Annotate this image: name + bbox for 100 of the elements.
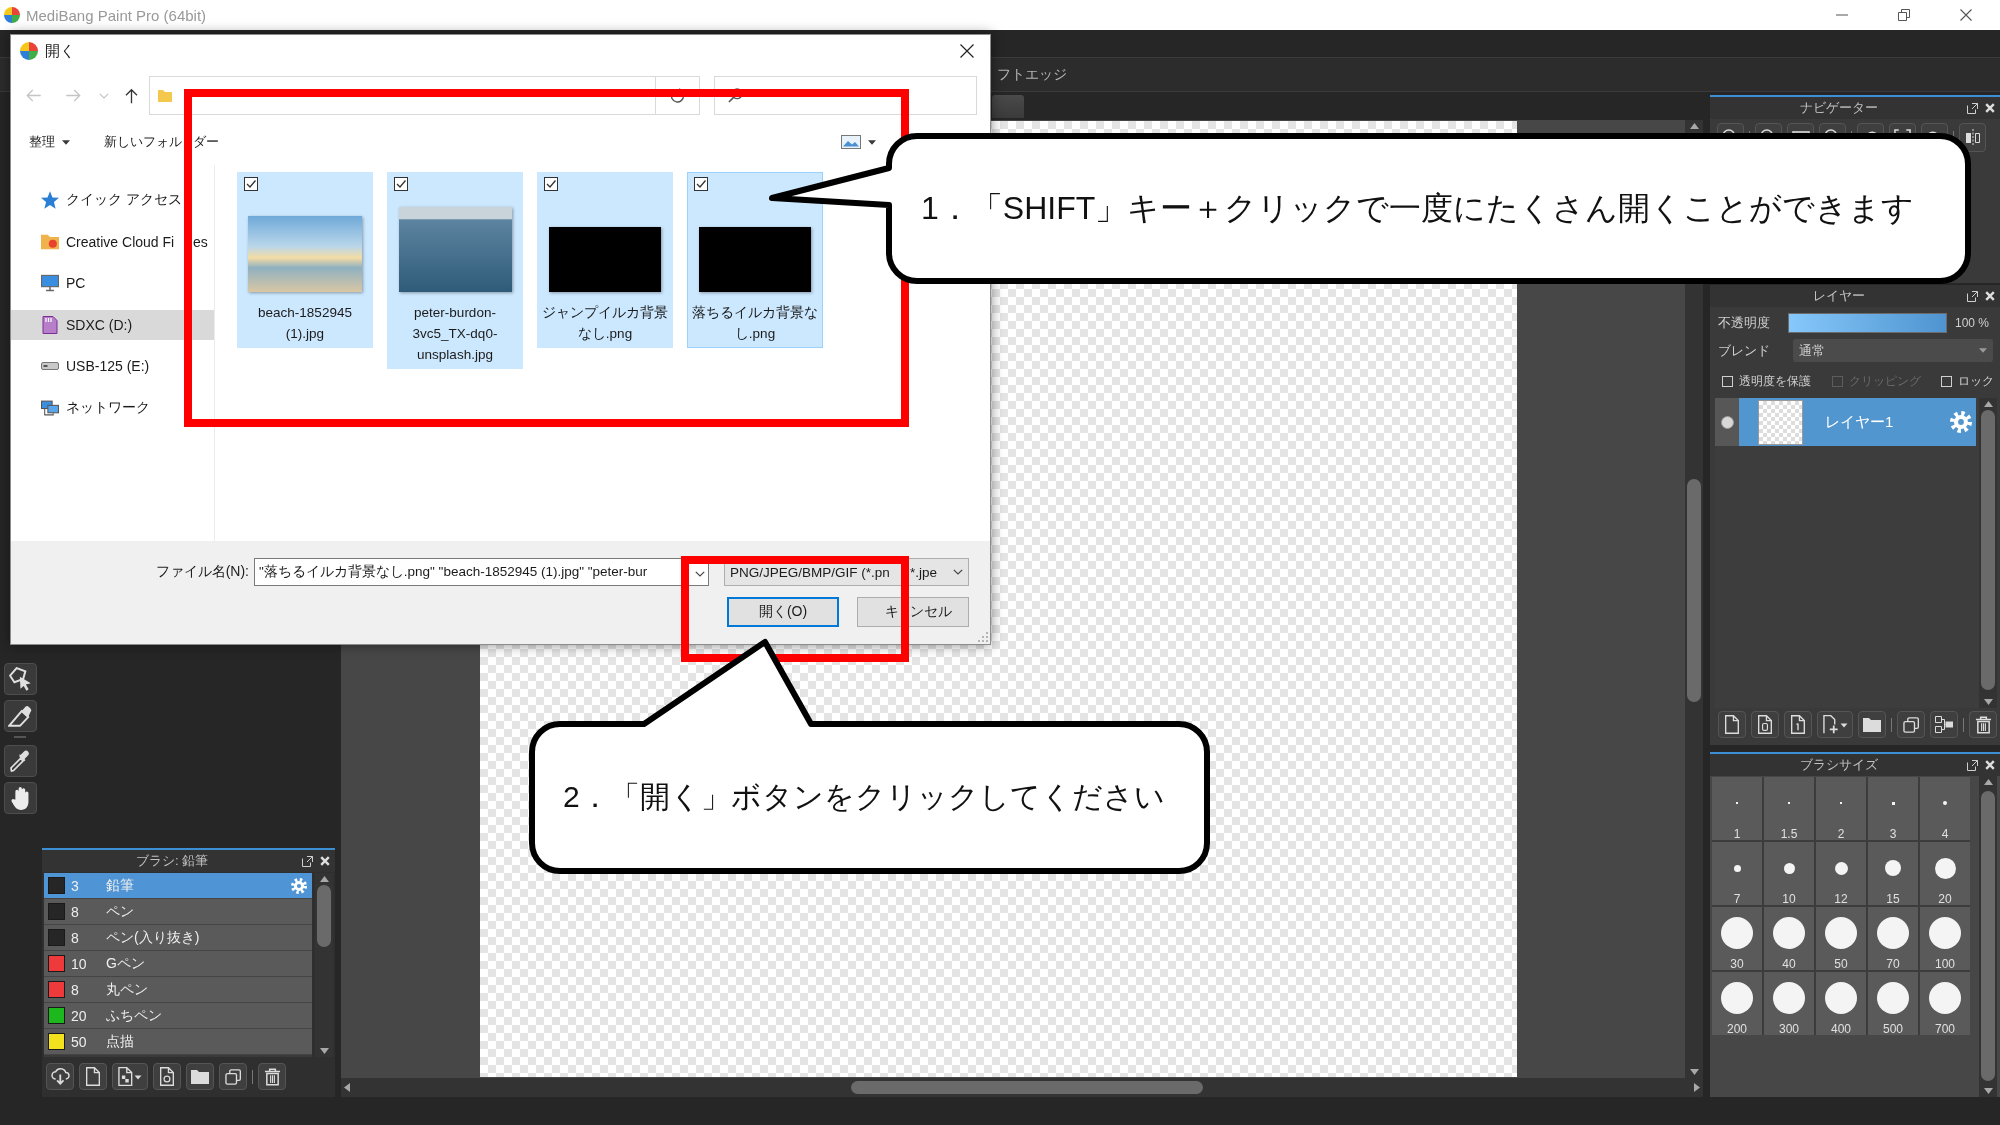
scroll-down-icon[interactable]	[1983, 1088, 1993, 1094]
cancel-button[interactable]: キ ンセル	[857, 597, 969, 627]
brush-size-cell[interactable]: 10	[1764, 842, 1814, 905]
horizontal-scrollbar[interactable]	[341, 1078, 1703, 1097]
close-icon[interactable]	[1985, 103, 1995, 113]
brush-row[interactable]: 50 点描	[44, 1029, 312, 1055]
gear-icon[interactable]	[291, 877, 307, 894]
brush-row[interactable]: 8 丸ペン	[44, 977, 312, 1003]
popout-icon[interactable]	[1967, 290, 1978, 302]
gear-icon[interactable]	[1950, 411, 1972, 433]
close-icon[interactable]	[1985, 291, 1995, 301]
brush-size-cell[interactable]: 700	[1920, 972, 1970, 1035]
close-icon[interactable]	[320, 856, 330, 866]
brush-size-cell[interactable]: 4	[1920, 777, 1970, 840]
brush-tool-button[interactable]	[79, 1063, 107, 1090]
close-icon[interactable]	[1985, 760, 1995, 770]
sidebar-item[interactable]: USB-125 (E:)	[11, 351, 214, 381]
checkbox[interactable]	[244, 177, 258, 191]
scroll-up-icon[interactable]	[319, 876, 329, 882]
brush-size-cell[interactable]: 2	[1816, 777, 1866, 840]
brush-size-cell[interactable]: 12	[1816, 842, 1866, 905]
organize-button[interactable]: 整理	[23, 126, 76, 158]
brush-row[interactable]: 20 ふちペン	[44, 1003, 312, 1029]
brush-tool-button[interactable]	[153, 1063, 181, 1090]
brush-row[interactable]: 10 Gペン	[44, 951, 312, 977]
layer-tool-button[interactable]	[1784, 711, 1812, 738]
resize-grip-icon[interactable]	[978, 632, 988, 642]
sidebar-item[interactable]: ネットワーク	[11, 392, 214, 423]
brush-size-cell[interactable]: 1.5	[1764, 777, 1814, 840]
brush-tool-button[interactable]	[112, 1063, 148, 1090]
opacity-slider[interactable]	[1788, 312, 1947, 333]
scroll-up-icon[interactable]	[1983, 779, 1993, 785]
scrollbar-thumb[interactable]	[851, 1081, 1203, 1094]
sidebar-item[interactable]: SDXC (D:)	[11, 309, 214, 340]
brush-size-cell[interactable]: 15	[1868, 842, 1918, 905]
layer-tool-button[interactable]	[1930, 711, 1958, 738]
checkbox[interactable]	[394, 177, 408, 191]
scroll-right-icon[interactable]	[1694, 1083, 1700, 1092]
scroll-down-icon[interactable]	[1983, 699, 1993, 705]
checkbox[interactable]	[694, 177, 708, 191]
file-item[interactable]: 落ちるイルカ背景なし.png	[687, 172, 823, 348]
file-item[interactable]: peter-burdon-3vc5_TX-dq0-unsplash.jpg	[387, 172, 523, 369]
tool-button[interactable]	[3, 700, 37, 732]
scroll-down-icon[interactable]	[319, 1048, 329, 1054]
scroll-down-icon[interactable]	[1689, 1069, 1699, 1075]
brush-size-cell[interactable]: 3	[1868, 777, 1918, 840]
popout-icon[interactable]	[1967, 102, 1978, 114]
brush-tool-button[interactable]	[219, 1063, 247, 1090]
layer-tool-button[interactable]	[1897, 711, 1925, 738]
layer-tool-button[interactable]	[1817, 711, 1853, 738]
brush-size-cell[interactable]: 300	[1764, 972, 1814, 1035]
scroll-left-icon[interactable]	[344, 1083, 350, 1092]
brush-size-cell[interactable]: 400	[1816, 972, 1866, 1035]
layer-tool-button[interactable]	[1718, 711, 1746, 738]
scrollbar-thumb[interactable]	[317, 885, 331, 947]
brush-tool-button[interactable]	[186, 1063, 214, 1090]
file-item[interactable]: ジャンプイルカ背景なし.png	[537, 172, 673, 348]
sidebar-item[interactable]: クイック アクセス	[11, 185, 214, 215]
brush-row[interactable]: 8 ペン	[44, 899, 312, 925]
scroll-up-icon[interactable]	[1983, 401, 1993, 407]
brush-size-cell[interactable]: 500	[1868, 972, 1918, 1035]
brush-size-cell[interactable]: 1	[1712, 777, 1762, 840]
tool-button[interactable]	[3, 782, 37, 814]
checkbox[interactable]	[544, 177, 558, 191]
brush-size-cell[interactable]: 100	[1920, 907, 1970, 970]
tool-button[interactable]	[3, 663, 37, 695]
vertical-scrollbar[interactable]	[1979, 776, 1997, 1097]
scroll-up-icon[interactable]	[1689, 123, 1699, 129]
file-item[interactable]: beach-1852945 (1).jpg	[237, 172, 373, 348]
brush-size-cell[interactable]: 20	[1920, 842, 1970, 905]
scrollbar-thumb[interactable]	[1687, 479, 1701, 702]
layer-row[interactable]: レイヤー1	[1715, 398, 1976, 446]
brush-size-cell[interactable]: 7	[1712, 842, 1762, 905]
blend-dropdown[interactable]: 通常	[1793, 339, 1993, 362]
vertical-scrollbar[interactable]	[1979, 398, 1997, 708]
navigator-tool-button[interactable]	[1959, 123, 1986, 152]
address-field[interactable]	[149, 76, 700, 115]
layer-tool-button[interactable]	[1969, 711, 1997, 738]
popout-icon[interactable]	[1967, 759, 1978, 771]
scrollbar-thumb[interactable]	[1981, 791, 1995, 1081]
brush-size-cell[interactable]: 70	[1868, 907, 1918, 970]
sidebar-item[interactable]: PC	[11, 268, 214, 298]
search-field[interactable]	[714, 76, 977, 115]
popout-icon[interactable]	[302, 855, 313, 867]
vertical-scrollbar[interactable]	[315, 873, 333, 1057]
brush-size-cell[interactable]: 40	[1764, 907, 1814, 970]
tool-button[interactable]	[3, 745, 37, 777]
scrollbar-thumb[interactable]	[1981, 410, 1995, 690]
brush-tool-button[interactable]	[46, 1063, 74, 1090]
open-button[interactable]: 開く(O)	[727, 597, 839, 627]
sidebar-item[interactable]: Creative Cloud Fi es	[11, 226, 214, 257]
brush-row[interactable]: 8 ペン(入り抜き)	[44, 925, 312, 951]
layer-tool-button[interactable]	[1858, 711, 1886, 738]
brush-size-cell[interactable]: 30	[1712, 907, 1762, 970]
brush-size-cell[interactable]: 50	[1816, 907, 1866, 970]
brush-size-cell[interactable]: 200	[1712, 972, 1762, 1035]
visibility-toggle[interactable]	[1715, 398, 1739, 446]
filename-field[interactable]: "落ちるイルカ背景なし.png" "beach-1852945 (1).jpg" "peter-bur	[254, 558, 709, 586]
brush-tool-button[interactable]	[258, 1063, 286, 1090]
layer-tool-button[interactable]	[1751, 711, 1779, 738]
